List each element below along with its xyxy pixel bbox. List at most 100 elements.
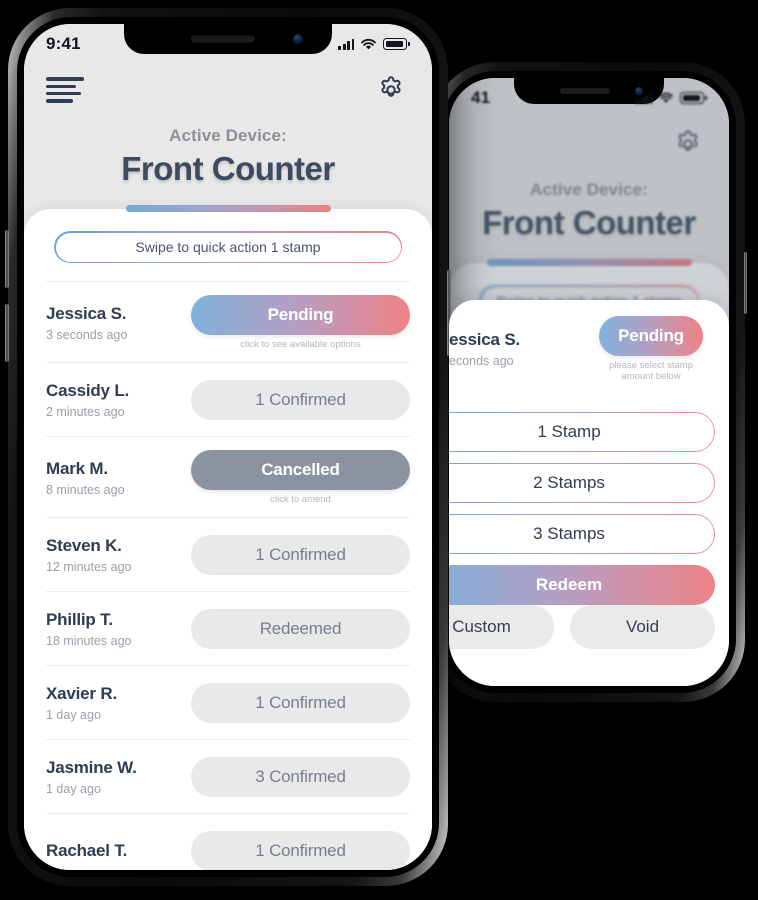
accent-bar-left [125, 205, 331, 212]
volume-buttons-left[interactable] [5, 230, 9, 288]
modal-customer-time: econds ago [449, 354, 514, 368]
stamp-selection-modal: essica S. econds ago Pending please sele… [449, 300, 729, 686]
status-badge[interactable]: 1 Confirmed [191, 831, 410, 870]
table-row[interactable]: Mark M. 8 minutes ago Cancelled click to… [46, 436, 410, 517]
row-customer-name: Mark M. [46, 458, 108, 478]
option-3-stamps[interactable]: 3 Stamps [449, 514, 715, 554]
row-customer-name: Jasmine W. [46, 758, 137, 777]
row-timestamp: 1 day ago [46, 782, 101, 796]
status-bar-left: 9:41 [24, 24, 432, 64]
status-time-right: 41 [471, 88, 491, 107]
status-badge[interactable]: 3 Confirmed [191, 757, 410, 797]
hamburger-menu-icon[interactable] [46, 77, 84, 103]
table-row[interactable]: Xavier R. 1 day ago 1 Confirmed [46, 665, 410, 739]
custom-button[interactable]: Custom [449, 605, 554, 649]
battery-tip-icon [705, 96, 707, 100]
modal-footer: Custom Void [449, 605, 729, 686]
table-row[interactable]: Cassidy L. 2 minutes ago 1 Confirmed [46, 362, 410, 436]
row-customer-name: Cassidy L. [46, 381, 130, 400]
row-status-wrap: Pending click to see available options [191, 295, 410, 350]
table-row[interactable]: Jessica S. 3 seconds ago Pending click t… [46, 281, 410, 362]
option-1-stamp[interactable]: 1 Stamp [449, 412, 715, 452]
row-customer-info: Jessica S. 3 seconds ago [46, 304, 181, 342]
row-customer-info: Steven K. 12 minutes ago [46, 536, 181, 574]
row-timestamp: 2 minutes ago [46, 405, 125, 419]
row-customer-info: Jasmine W. 1 day ago [46, 758, 181, 796]
modal-status-badge[interactable]: Pending [599, 316, 703, 356]
row-status-wrap: 1 Confirmed [191, 380, 410, 420]
option-redeem[interactable]: Redeem [449, 565, 715, 605]
row-timestamp: 12 minutes ago [46, 560, 132, 574]
battery-tip-icon [408, 42, 410, 46]
status-badge[interactable]: Cancelled [191, 450, 410, 490]
wifi-icon [659, 92, 674, 103]
row-customer-info: Cassidy L. 2 minutes ago [46, 381, 181, 419]
status-badge[interactable]: 1 Confirmed [191, 535, 410, 575]
row-customer-name: Phillip T. [46, 610, 113, 629]
row-timestamp: 3 seconds ago [46, 327, 128, 342]
table-row[interactable]: Jasmine W. 1 day ago 3 Confirmed [46, 739, 410, 813]
row-status-wrap: Cancelled click to amend [191, 450, 410, 505]
device-header-left: Active Device: Front Counter [24, 116, 432, 188]
row-customer-name: Rachael T. [46, 841, 128, 860]
signal-bars-icon [338, 38, 355, 50]
row-customer-info: Phillip T. 18 minutes ago [46, 610, 181, 648]
row-customer-name: Xavier R. [46, 684, 117, 703]
scene: 41 Active Device: Front Counter essica S… [0, 0, 758, 900]
table-row[interactable]: Rachael T. 1 Confirmed [46, 813, 410, 870]
power-button-right[interactable] [744, 252, 747, 314]
phone-left: 9:41 Active Device: Front Counter Swipe … [5, 8, 451, 886]
screen-right: 41 Active Device: Front Counter essica S… [449, 78, 729, 686]
row-customer-name: Jessica S. [46, 303, 127, 323]
accent-bar-right [486, 259, 692, 266]
row-timestamp: 8 minutes ago [46, 482, 125, 497]
status-badge[interactable]: 1 Confirmed [191, 380, 410, 420]
device-subtitle-left: Active Device: [169, 126, 287, 145]
app-left: 9:41 Active Device: Front Counter Swipe … [24, 24, 432, 870]
device-subtitle-right: Active Device: [530, 180, 648, 199]
modal-customer-info: essica S. econds ago [449, 330, 599, 368]
row-customer-info: Xavier R. 1 day ago [46, 684, 181, 722]
status-badge[interactable]: Redeemed [191, 609, 410, 649]
gear-icon[interactable] [669, 125, 707, 163]
row-timestamp: 1 day ago [46, 708, 101, 722]
status-note: click to see available options [240, 339, 361, 350]
status-badge[interactable]: Pending [191, 295, 410, 335]
table-row[interactable]: Steven K. 12 minutes ago 1 Confirmed [46, 517, 410, 591]
row-customer-info: Rachael T. [46, 841, 181, 861]
row-status-wrap: 1 Confirmed [191, 535, 410, 575]
stamp-options-list: 1 Stamp 2 Stamps 3 Stamps Redeem [449, 394, 729, 605]
top-bar-left [24, 64, 432, 116]
row-customer-info: Mark M. 8 minutes ago [46, 459, 181, 497]
row-status-wrap: 3 Confirmed [191, 757, 410, 797]
modal-customer-name: essica S. [449, 330, 520, 349]
status-time-left: 9:41 [46, 34, 81, 53]
top-bar-right [449, 118, 729, 170]
modal-customer-row: essica S. econds ago Pending please sele… [449, 300, 729, 392]
modal-status-wrap: Pending please select stamp amount below [599, 316, 703, 382]
row-customer-name: Steven K. [46, 536, 122, 555]
content-card-left: Swipe to quick action 1 stamp Jessica S.… [24, 209, 432, 870]
gear-icon[interactable] [372, 71, 410, 109]
device-title-right: Front Counter [482, 204, 696, 241]
status-note: click to amend [270, 494, 331, 505]
activity-list: Jessica S. 3 seconds ago Pending click t… [24, 263, 432, 870]
option-2-stamps[interactable]: 2 Stamps [449, 463, 715, 503]
signal-bars-icon [636, 92, 653, 104]
phone-right: 41 Active Device: Front Counter essica S… [431, 62, 747, 702]
battery-icon [383, 38, 408, 50]
device-title-left: Front Counter [121, 150, 335, 187]
swipe-action-pill-left[interactable]: Swipe to quick action 1 stamp [54, 231, 402, 263]
device-header-right: Active Device: Front Counter [449, 170, 729, 242]
volume-down-button-left[interactable] [5, 304, 9, 362]
table-row[interactable]: Phillip T. 18 minutes ago Redeemed [46, 591, 410, 665]
row-status-wrap: Redeemed [191, 609, 410, 649]
row-timestamp: 18 minutes ago [46, 634, 132, 648]
screen-left: 9:41 Active Device: Front Counter Swipe … [24, 24, 432, 870]
void-button[interactable]: Void [570, 605, 715, 649]
wifi-icon [361, 38, 377, 49]
swipe-action-label-left: Swipe to quick action 1 stamp [135, 239, 321, 255]
status-badge[interactable]: 1 Confirmed [191, 683, 410, 723]
battery-icon [680, 92, 705, 104]
modal-status-note: please select stamp amount below [609, 360, 693, 382]
